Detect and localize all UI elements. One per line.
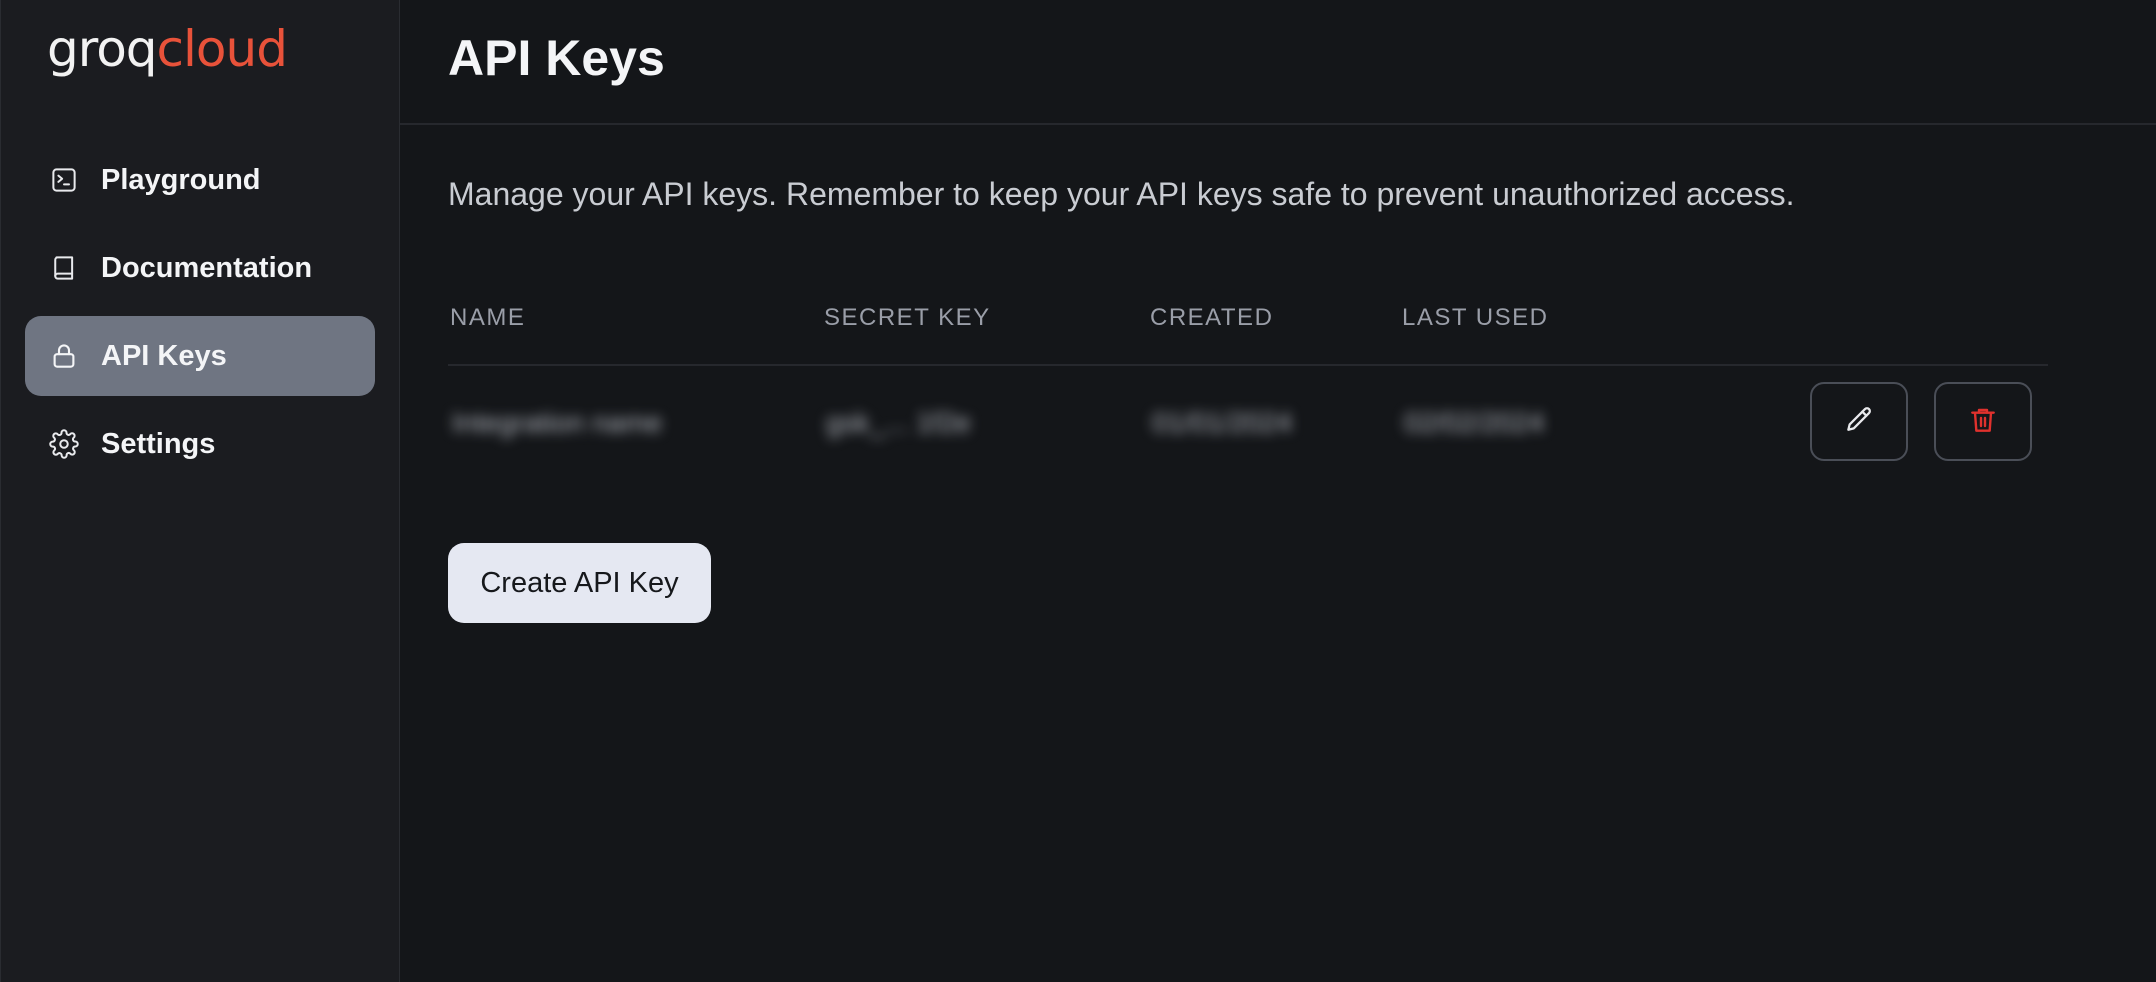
sidebar-nav: Playground Documentation API Keys Settin…: [25, 140, 375, 492]
terminal-icon: [49, 165, 79, 195]
sidebar-item-settings[interactable]: Settings: [25, 404, 375, 484]
create-api-key-button[interactable]: Create API Key: [448, 543, 711, 623]
table-header: NAME SECRET KEY CREATED LAST USED: [448, 296, 2048, 366]
key-name-cell: Integration name: [452, 407, 663, 438]
gear-icon: [49, 429, 79, 459]
column-header-name: NAME: [450, 304, 526, 331]
row-actions: [1810, 382, 2032, 461]
sidebar-item-label: Documentation: [101, 251, 313, 284]
logo-cloud-text: cloud: [156, 20, 288, 78]
page-title: API Keys: [448, 29, 665, 86]
table-row: Integration name gsk_... 1f2e 01/01/2024…: [448, 366, 2048, 480]
column-header-secret-key: SECRET KEY: [824, 304, 991, 331]
sidebar-item-label: API Keys: [101, 339, 227, 372]
groqcloud-logo[interactable]: groqcloud: [47, 24, 288, 74]
sidebar: groqcloud Playground Documentation API K…: [0, 0, 400, 982]
created-cell: 01/01/2024: [1152, 407, 1293, 438]
column-header-created: CREATED: [1150, 304, 1274, 331]
sidebar-item-api-keys[interactable]: API Keys: [25, 316, 375, 396]
lock-icon: [49, 341, 79, 371]
sidebar-item-label: Playground: [101, 163, 261, 196]
pencil-icon: [1843, 404, 1875, 439]
trash-icon: [1967, 404, 1999, 439]
api-keys-table: NAME SECRET KEY CREATED LAST USED Integr…: [448, 296, 2048, 480]
last-used-cell: 02/02/2024: [1404, 407, 1545, 438]
edit-key-button[interactable]: [1810, 382, 1908, 461]
sidebar-item-label: Settings: [101, 427, 216, 460]
delete-key-button[interactable]: [1934, 382, 2032, 461]
sidebar-item-documentation[interactable]: Documentation: [25, 228, 375, 308]
column-header-last-used: LAST USED: [1402, 304, 1549, 331]
secret-key-cell: gsk_... 1f2e: [826, 407, 971, 438]
book-icon: [49, 253, 79, 283]
sidebar-item-playground[interactable]: Playground: [25, 140, 375, 220]
logo-groq-text: groq: [47, 20, 158, 78]
page-description: Manage your API keys. Remember to keep y…: [448, 176, 1795, 212]
app-root: groqcloud Playground Documentation API K…: [0, 0, 2156, 982]
page-header: API Keys: [400, 0, 2156, 125]
main-content: API Keys Manage your API keys. Remember …: [400, 0, 2156, 982]
